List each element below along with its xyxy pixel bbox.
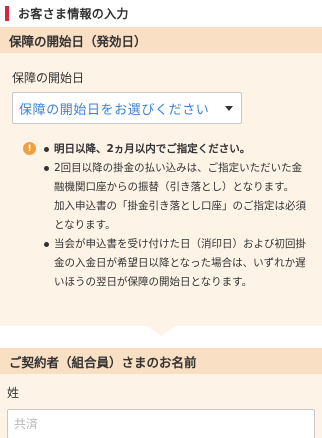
notice-item: 明日以降、2ヵ月以内でご指定ください。 — [42, 140, 310, 159]
page-title: お客さま情報の入力 — [18, 7, 129, 21]
page-header: お客さま情報の入力 — [0, 0, 322, 27]
divider-notch — [147, 326, 175, 336]
notice-text: 2回目以降の掛金の払い込みは、ご指定いただいた金融機関口座からの振替（引き落とし… — [54, 162, 303, 193]
surname-input[interactable] — [7, 409, 315, 438]
start-date-select-value: 保障の開始日をお選びください — [19, 102, 210, 118]
start-date-select[interactable]: 保障の開始日をお選びください — [12, 92, 242, 124]
surname-label: 姓 — [7, 386, 20, 400]
header-accent — [5, 6, 9, 21]
exclamation-icon: ! — [23, 142, 36, 155]
coverage-panel: 保障の開始日 保障の開始日をお選びください ! 明日以降、2ヵ月以内でご指定くだ… — [0, 53, 322, 292]
notice-block: ! 明日以降、2ヵ月以内でご指定ください。 2回目以降の掛金の払い込みは、ご指定… — [12, 140, 310, 292]
notice-item: 当会が申込書を受け付けた日（消印日）および初回掛金の入金日が希望日以降となった場… — [42, 235, 310, 292]
chevron-down-icon — [225, 105, 233, 111]
section-divider — [0, 326, 322, 348]
notice-subtext: 加入申込書の「掛金引き落とし口座」のご指定は必須となります。 — [54, 200, 306, 231]
name-panel: 姓 — [0, 374, 322, 438]
start-date-label: 保障の開始日 — [12, 71, 85, 85]
section-bar-coverage: 保障の開始日（発効日） — [0, 27, 322, 53]
panel-spacer — [0, 292, 322, 326]
section-bar-name: ご契約者（組合員）さまのお名前 — [0, 348, 322, 374]
notice-item: 2回目以降の掛金の払い込みは、ご指定いただいた金融機関口座からの振替（引き落とし… — [42, 159, 310, 235]
notice-list: 明日以降、2ヵ月以内でご指定ください。 2回目以降の掛金の払い込みは、ご指定いた… — [42, 140, 310, 292]
